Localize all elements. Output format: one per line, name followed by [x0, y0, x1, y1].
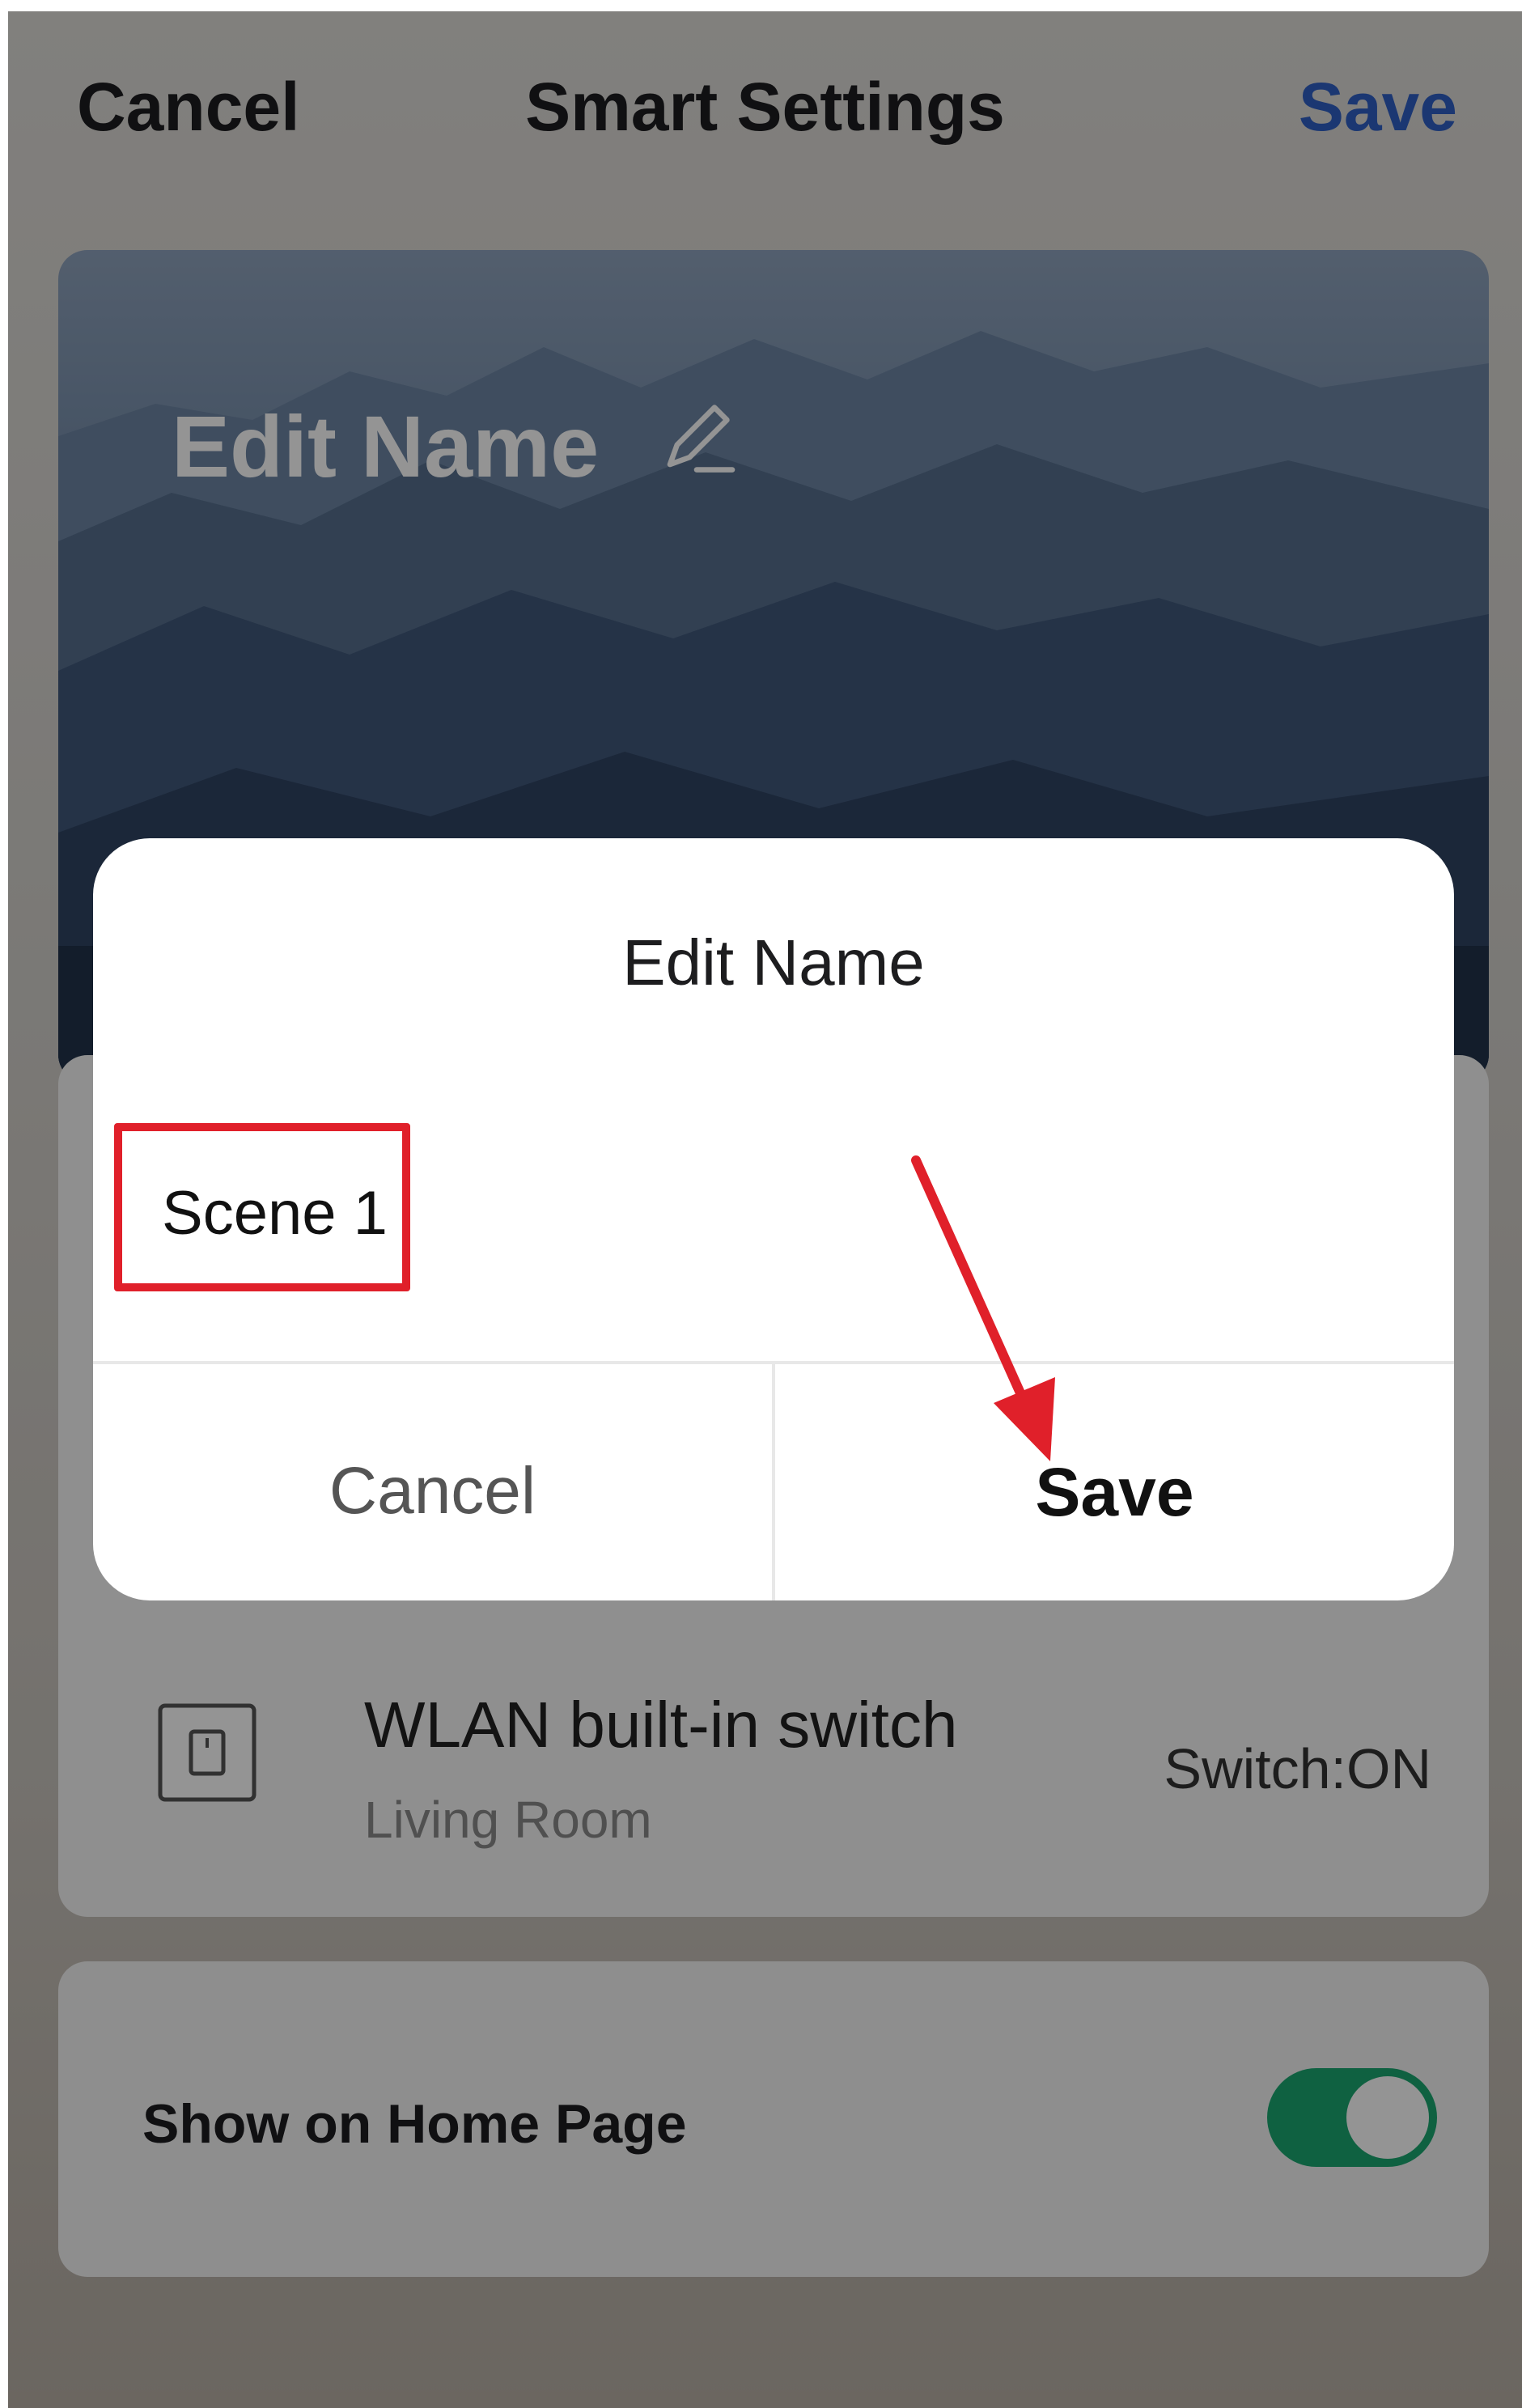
annotation-arrow-icon [911, 1155, 1055, 1461]
app-screen: Cancel Smart Settings Save Edit Name WLA… [8, 11, 1522, 2408]
